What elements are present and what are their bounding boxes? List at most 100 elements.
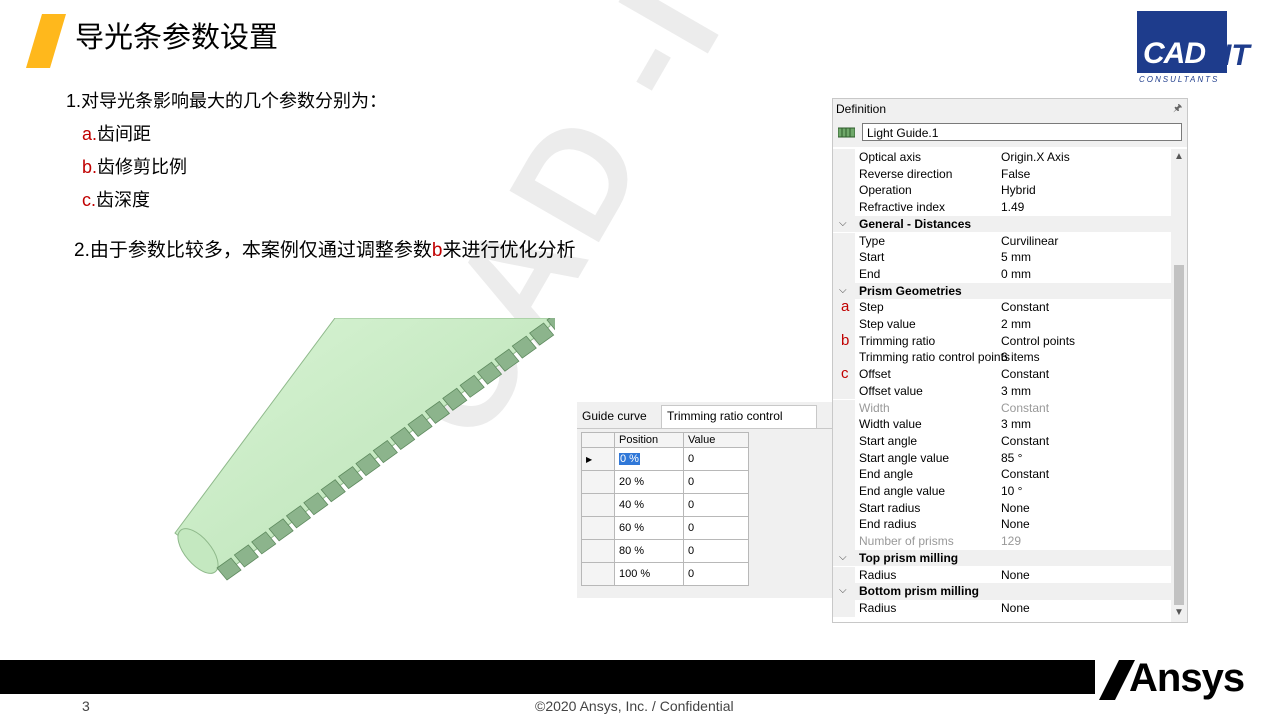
property-row[interactable]: Step Constant a — [833, 299, 1171, 316]
property-value[interactable]: Constant — [1001, 466, 1049, 483]
feature-name-input[interactable]: Light Guide.1 — [862, 123, 1182, 141]
collapse-chevron-icon[interactable]: ⌵ — [839, 583, 847, 600]
position-cell[interactable]: 0 % — [614, 447, 684, 471]
property-row[interactable]: Width value 3 mm — [833, 416, 1171, 433]
property-row[interactable]: Start 5 mm — [833, 249, 1171, 266]
property-row[interactable]: End 0 mm — [833, 265, 1171, 283]
property-value[interactable]: False — [1001, 166, 1030, 183]
collapse-chevron-icon[interactable]: ⌵ — [839, 216, 847, 233]
value-cell[interactable]: 0 — [683, 562, 749, 586]
property-row[interactable]: Reverse direction False — [833, 165, 1171, 183]
property-value[interactable]: None — [1001, 500, 1030, 517]
pin-icon[interactable]: 🖈 — [1173, 99, 1182, 119]
point-2-pre: 2.由于参数比较多，本案例仅通过调整参数 — [74, 240, 432, 261]
property-row[interactable]: End radius None — [833, 516, 1171, 534]
property-row[interactable]: Step value 2 mm — [833, 316, 1171, 333]
property-category[interactable]: ⌵ Bottom prism milling — [833, 583, 1171, 600]
property-row[interactable]: Start radius None — [833, 499, 1171, 517]
collapse-chevron-icon[interactable]: ⌵ — [839, 550, 847, 567]
property-value[interactable]: None — [1001, 567, 1030, 584]
property-value[interactable]: Control points — [1001, 333, 1075, 350]
row-header[interactable] — [581, 562, 615, 586]
position-cell[interactable]: 80 % — [614, 539, 684, 563]
property-row[interactable]: End angle value 10 ° — [833, 483, 1171, 500]
slide-title: 导光条参数设置 — [75, 22, 279, 54]
property-value[interactable]: None — [1001, 600, 1030, 617]
value-cell[interactable]: 0 — [683, 447, 749, 471]
position-cell[interactable]: 20 % — [614, 470, 684, 494]
column-header-position[interactable]: Position — [614, 432, 684, 448]
table-row[interactable]: 80 % 0 — [581, 539, 749, 563]
scroll-down-icon[interactable]: ▼ — [1174, 607, 1184, 618]
row-pointer-icon: ▶ — [586, 455, 593, 464]
property-key: Prism Geometries — [859, 283, 962, 298]
scroll-up-icon[interactable]: ▲ — [1174, 151, 1184, 162]
property-row[interactable]: Operation Hybrid — [833, 182, 1171, 200]
property-value[interactable]: Constant — [1001, 299, 1049, 316]
property-row[interactable]: Radius None — [833, 599, 1171, 617]
row-gutter — [833, 449, 855, 467]
property-value[interactable]: 10 ° — [1001, 483, 1022, 500]
property-row[interactable]: Start angle Constant — [833, 432, 1171, 450]
row-header[interactable] — [581, 470, 615, 494]
property-row[interactable]: Start angle value 85 ° — [833, 449, 1171, 467]
property-row[interactable]: Offset value 3 mm — [833, 382, 1171, 400]
row-header[interactable]: ▶ — [581, 447, 615, 471]
row-header[interactable] — [581, 516, 615, 540]
tab-trimming-ratio[interactable]: Trimming ratio control points (6) — [661, 405, 817, 444]
property-value[interactable]: 2 mm — [1001, 316, 1031, 333]
property-value[interactable]: 3 mm — [1001, 416, 1031, 433]
table-row[interactable]: ▶ 0 % 0 — [581, 447, 749, 471]
property-value[interactable]: Hybrid — [1001, 182, 1036, 199]
position-cell[interactable]: 60 % — [614, 516, 684, 540]
property-value[interactable]: 85 ° — [1001, 450, 1022, 467]
property-category[interactable]: ⌵ Top prism milling — [833, 549, 1171, 567]
property-category[interactable]: ⌵ Prism Geometries — [833, 282, 1171, 300]
row-gutter — [833, 416, 855, 433]
property-value[interactable]: Constant — [1001, 433, 1049, 450]
property-key: Start angle — [859, 433, 918, 448]
property-row[interactable]: Offset Constant c — [833, 365, 1171, 383]
property-key: Type — [859, 233, 886, 248]
property-scrollbar[interactable]: ▲ ▼ — [1171, 149, 1187, 622]
value-cell[interactable]: 0 — [683, 516, 749, 540]
collapse-chevron-icon[interactable]: ⌵ — [839, 283, 847, 300]
property-row[interactable]: Refractive index 1.49 — [833, 199, 1171, 216]
table-row[interactable]: 20 % 0 — [581, 470, 749, 494]
property-row[interactable]: Radius None — [833, 566, 1171, 584]
scroll-thumb[interactable] — [1174, 265, 1184, 605]
column-header-value[interactable]: Value — [683, 432, 749, 448]
property-value[interactable]: Constant — [1001, 400, 1049, 417]
property-row[interactable]: Trimming ratio Control points b — [833, 332, 1171, 350]
property-value[interactable]: 3 mm — [1001, 383, 1031, 400]
table-row[interactable]: 40 % 0 — [581, 493, 749, 517]
property-row[interactable]: Trimming ratio control points 6 items — [833, 349, 1171, 367]
property-value[interactable]: Curvilinear — [1001, 233, 1058, 250]
value-cell[interactable]: 0 — [683, 470, 749, 494]
property-row[interactable]: Number of prisms 129 — [833, 533, 1171, 550]
position-cell[interactable]: 100 % — [614, 562, 684, 586]
property-value[interactable]: 129 — [1001, 533, 1021, 550]
property-value[interactable]: 1.49 — [1001, 199, 1024, 216]
property-category[interactable]: ⌵ General - Distances — [833, 215, 1171, 233]
property-row[interactable]: Type Curvilinear — [833, 232, 1171, 250]
table-row[interactable]: 100 % 0 — [581, 562, 749, 586]
property-value[interactable]: 6 items — [1001, 349, 1040, 366]
property-value[interactable]: Origin.X Axis — [1001, 149, 1070, 166]
property-value[interactable]: None — [1001, 516, 1030, 533]
property-value[interactable]: 0 mm — [1001, 266, 1031, 283]
property-value[interactable]: 5 mm — [1001, 249, 1031, 266]
property-value[interactable]: Constant — [1001, 366, 1049, 383]
table-row[interactable]: 60 % 0 — [581, 516, 749, 540]
list-item-b: b.齿修剪比例 — [82, 155, 187, 179]
position-cell[interactable]: 40 % — [614, 493, 684, 517]
row-header[interactable] — [581, 539, 615, 563]
property-row[interactable]: End angle Constant — [833, 466, 1171, 483]
value-cell[interactable]: 0 — [683, 493, 749, 517]
row-header[interactable] — [581, 493, 615, 517]
footer-bar — [0, 660, 1280, 694]
property-row[interactable]: Optical axis Origin.X Axis — [833, 149, 1171, 166]
value-cell[interactable]: 0 — [683, 539, 749, 563]
tab-guide-curve[interactable]: Guide curve (1) — [577, 406, 661, 444]
property-row[interactable]: Width Constant — [833, 399, 1171, 417]
